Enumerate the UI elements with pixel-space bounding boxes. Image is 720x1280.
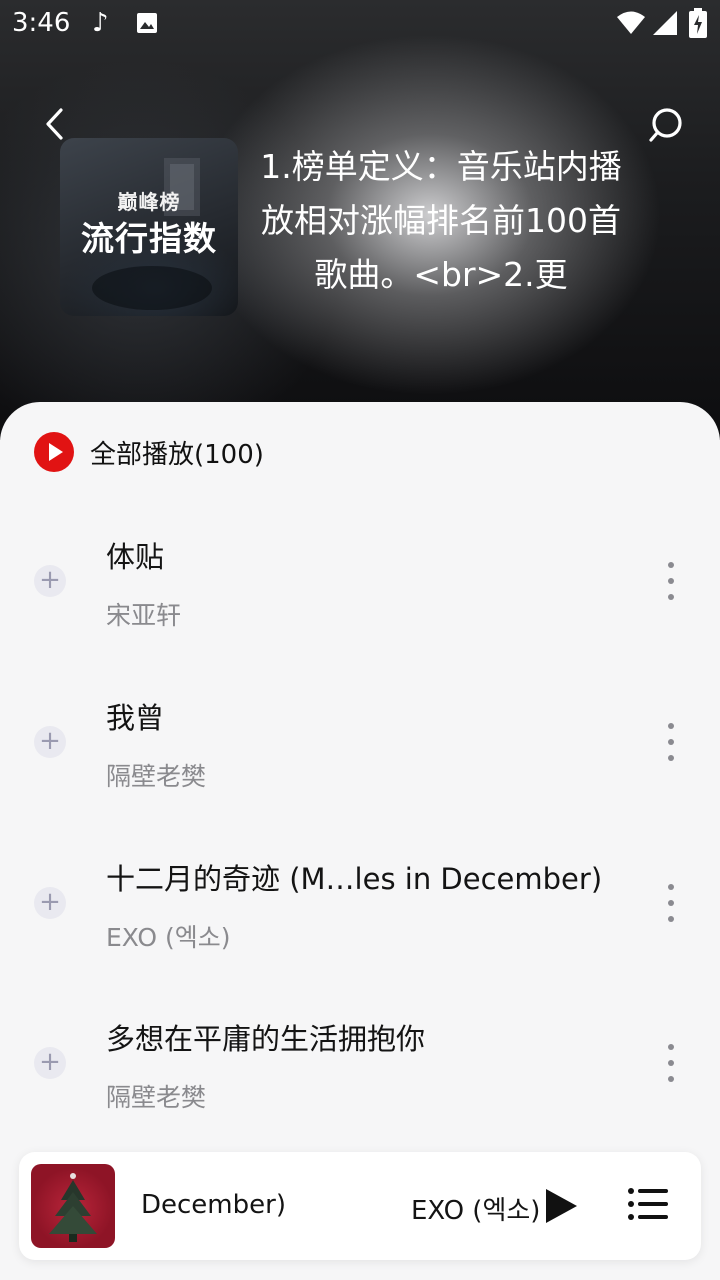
now-playing-marquee: December) EXO (엑소)	[131, 1186, 541, 1230]
song-row[interactable]: + 体贴 宋亚轩	[0, 510, 720, 650]
status-time: 3:46	[12, 8, 71, 38]
song-artist: 隔壁老樊	[106, 1083, 207, 1112]
song-title: 多想在平庸的生活拥抱你	[106, 1022, 426, 1056]
song-title: 体贴	[106, 540, 165, 574]
song-row[interactable]: + 多想在平庸的生活拥抱你 隔壁老樊	[0, 992, 720, 1132]
battery-charging-icon	[689, 8, 707, 38]
song-list-sheet: 全部播放(100) + 体贴 宋亚轩 + 我曾 隔壁老樊 + 十二月的奇迹 (M…	[0, 402, 720, 1280]
song-title: 我曾	[106, 701, 165, 735]
add-icon[interactable]: +	[34, 565, 66, 597]
signal-icon	[653, 11, 677, 35]
playlist-cover: 巅峰榜 流行指数	[60, 138, 238, 316]
music-note-icon: ♪	[92, 8, 109, 38]
song-artist: 宋亚轩	[106, 601, 182, 630]
image-icon	[137, 13, 157, 33]
playlist-description[interactable]: 1.榜单定义：音乐站内播放相对涨幅排名前100首歌曲。<br>2.更	[258, 140, 624, 302]
playlist-icon[interactable]	[627, 1186, 669, 1222]
status-bar: 3:46 ♪	[0, 0, 720, 48]
song-title: 十二月的奇迹 (M…les in December)	[106, 862, 603, 896]
add-icon[interactable]: +	[34, 1047, 66, 1079]
now-playing-cover[interactable]	[31, 1164, 115, 1248]
play-icon[interactable]	[543, 1188, 579, 1224]
cover-art-tree	[49, 1173, 97, 1242]
cover-logo: 巅峰榜	[117, 190, 181, 214]
search-button[interactable]	[644, 104, 688, 148]
mini-player[interactable]: December) EXO (엑소)	[19, 1152, 701, 1260]
song-artist: EXO (엑소)	[106, 923, 231, 952]
playlist-header: 3:46 ♪ 巅峰榜 流行指数 1.榜单定义：音乐站内播放相对涨幅排名前100首…	[0, 0, 720, 440]
wifi-icon	[617, 11, 645, 34]
song-artist: 隔壁老樊	[106, 762, 207, 791]
now-playing-title: December)	[141, 1190, 286, 1220]
more-options-icon[interactable]	[656, 881, 686, 925]
more-options-icon[interactable]	[656, 559, 686, 603]
play-all-label: 全部播放(100)	[90, 439, 264, 470]
now-playing-artist: EXO (엑소)	[411, 1196, 541, 1226]
song-row[interactable]: + 我曾 隔壁老樊	[0, 671, 720, 811]
more-options-icon[interactable]	[656, 720, 686, 764]
play-circle-icon	[34, 432, 74, 472]
add-icon[interactable]: +	[34, 887, 66, 919]
play-all-button[interactable]: 全部播放(100)	[34, 432, 264, 472]
song-row[interactable]: + 十二月的奇迹 (M…les in December) EXO (엑소)	[0, 832, 720, 972]
add-icon[interactable]: +	[34, 726, 66, 758]
more-options-icon[interactable]	[656, 1041, 686, 1085]
cover-title: 流行指数	[81, 219, 217, 258]
